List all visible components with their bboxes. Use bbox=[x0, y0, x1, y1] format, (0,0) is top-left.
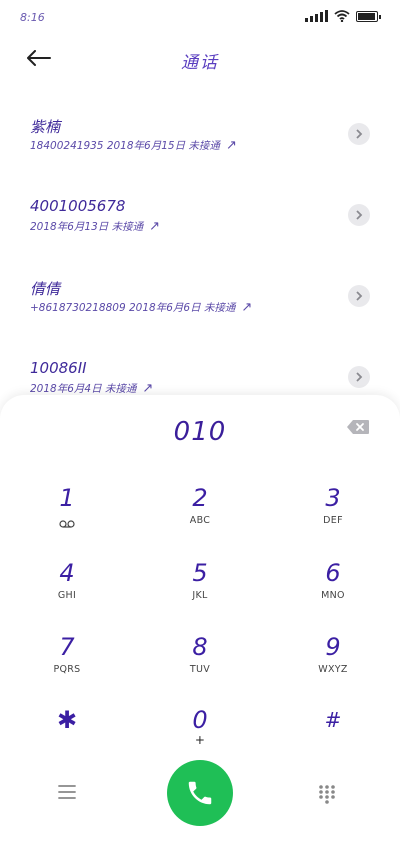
call-contact-name: 4001005678 bbox=[30, 197, 126, 215]
dial-key-0[interactable]: 0 + bbox=[140, 705, 260, 767]
outgoing-call-icon: ↗ bbox=[149, 219, 161, 234]
dial-key-1[interactable]: 1 bbox=[7, 483, 127, 545]
dial-key-9[interactable]: 9 WXYZ bbox=[273, 632, 393, 694]
key-letters: MNO bbox=[321, 590, 345, 601]
outgoing-call-icon: ↗ bbox=[225, 138, 237, 153]
call-meta-text: 18400241935 2018年6月15日 未接通 bbox=[30, 140, 220, 152]
call-detail-button[interactable] bbox=[348, 204, 370, 226]
header: 通话 bbox=[0, 36, 400, 80]
chevron-right-icon bbox=[356, 372, 363, 382]
call-meta-text: 2018年6月13日 未接通 bbox=[30, 221, 144, 233]
call-history-list: 紫楠 18400241935 2018年6月15日 未接通 ↗ 40010056… bbox=[0, 92, 400, 416]
call-contact-name: 紫楠 bbox=[30, 118, 61, 136]
menu-icon bbox=[58, 785, 76, 799]
key-digit: 9 bbox=[325, 633, 341, 661]
dialer-bottom-bar bbox=[0, 760, 400, 830]
chevron-right-icon bbox=[356, 210, 363, 220]
dial-key-5[interactable]: 5 JKL bbox=[140, 558, 260, 620]
call-details: 2018年6月4日 未接通 ↗ bbox=[30, 381, 153, 396]
key-digit: 0 bbox=[192, 706, 208, 734]
call-meta-text: 2018年6月4日 未接通 bbox=[30, 383, 137, 395]
call-history-item[interactable]: 4001005678 2018年6月13日 未接通 ↗ bbox=[0, 173, 400, 254]
key-digit: # bbox=[324, 708, 342, 732]
call-detail-button[interactable] bbox=[348, 285, 370, 307]
key-digit: 2 bbox=[192, 484, 208, 512]
dial-key-6[interactable]: 6 MNO bbox=[273, 558, 393, 620]
dialpad-icon bbox=[319, 785, 335, 804]
key-letters: + bbox=[194, 733, 206, 747]
key-letters: JKL bbox=[192, 590, 208, 601]
call-meta-text: +8618730218809 2018年6月6日 未接通 bbox=[30, 302, 236, 314]
menu-button[interactable] bbox=[58, 784, 82, 804]
key-digit: 4 bbox=[59, 559, 75, 587]
outgoing-call-icon: ↗ bbox=[142, 381, 154, 396]
outgoing-call-icon: ↗ bbox=[241, 300, 253, 315]
key-digit: 1 bbox=[59, 484, 75, 512]
key-letters: DEF bbox=[323, 515, 343, 526]
key-letters: GHI bbox=[57, 590, 77, 601]
backspace-icon bbox=[347, 420, 369, 434]
backspace-button[interactable] bbox=[346, 419, 370, 435]
call-details: 18400241935 2018年6月15日 未接通 ↗ bbox=[30, 138, 237, 153]
call-history-item[interactable]: 紫楠 18400241935 2018年6月15日 未接通 ↗ bbox=[0, 92, 400, 173]
key-digit: ✱ bbox=[56, 706, 78, 734]
dial-key-2[interactable]: 2 ABC bbox=[140, 483, 260, 545]
key-letters: PQRS bbox=[53, 664, 81, 675]
status-bar: 8:16 bbox=[0, 0, 400, 36]
status-time: 8:16 bbox=[20, 11, 45, 24]
dial-key-8[interactable]: 8 TUV bbox=[140, 632, 260, 694]
call-details: +8618730218809 2018年6月6日 未接通 ↗ bbox=[30, 300, 252, 315]
call-detail-button[interactable] bbox=[348, 123, 370, 145]
call-contact-name: 10086II bbox=[30, 359, 87, 377]
chevron-right-icon bbox=[356, 129, 363, 139]
dial-key-star[interactable]: ✱ bbox=[7, 705, 127, 767]
dial-key-7[interactable]: 7 PQRS bbox=[7, 632, 127, 694]
key-digit: 7 bbox=[59, 633, 75, 661]
key-digit: 3 bbox=[325, 484, 341, 512]
call-detail-button[interactable] bbox=[348, 366, 370, 388]
battery-icon bbox=[356, 10, 381, 22]
dialer-panel: 010 1 2 ABC 3 DEF 4 GHI 5 JKL 6 MNO 7 PQ… bbox=[0, 395, 400, 866]
dialed-number: 010 bbox=[173, 417, 227, 447]
status-icons bbox=[305, 10, 381, 22]
key-letters: WXYZ bbox=[318, 664, 348, 675]
page-title: 通话 bbox=[181, 53, 219, 73]
dialpad-toggle-button[interactable] bbox=[318, 784, 340, 806]
dial-key-4[interactable]: 4 GHI bbox=[7, 558, 127, 620]
key-letters: TUV bbox=[189, 664, 211, 675]
key-digit: 5 bbox=[192, 559, 208, 587]
signal-icon bbox=[305, 10, 328, 22]
voicemail-icon bbox=[59, 520, 75, 528]
call-button[interactable] bbox=[167, 760, 233, 826]
dial-key-hash[interactable]: # bbox=[273, 705, 393, 767]
call-details: 2018年6月13日 未接通 ↗ bbox=[30, 219, 160, 234]
key-digit: 8 bbox=[192, 633, 208, 661]
call-contact-name: 倩倩 bbox=[30, 280, 61, 298]
phone-icon bbox=[188, 781, 212, 805]
key-digit: 6 bbox=[325, 559, 341, 587]
dial-key-3[interactable]: 3 DEF bbox=[273, 483, 393, 545]
key-letters: ABC bbox=[189, 515, 211, 526]
wifi-icon bbox=[334, 10, 350, 22]
call-history-item[interactable]: 倩倩 +8618730218809 2018年6月6日 未接通 ↗ bbox=[0, 254, 400, 335]
chevron-right-icon bbox=[356, 291, 363, 301]
